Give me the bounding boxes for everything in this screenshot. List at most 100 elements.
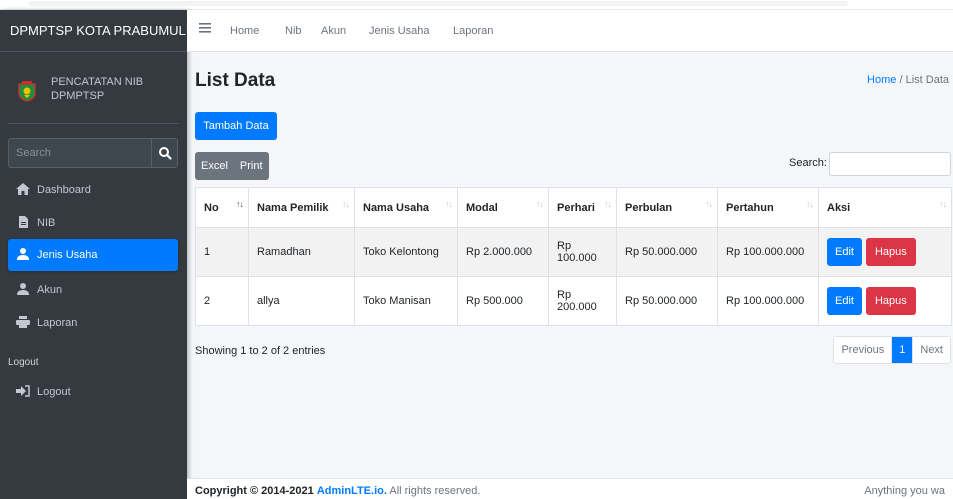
col-header-label: Nama Pemilik <box>257 201 329 214</box>
sort-icon: ↑↓ <box>536 199 544 209</box>
col-header-nama-pemilik[interactable]: Nama Pemilik ↑↓ <box>248 187 355 228</box>
table-row: 2 allya Toko Manisan Rp 500.000 Rp 200.0… <box>195 276 952 326</box>
nav-link-nib[interactable]: Nib <box>285 25 302 37</box>
sign-out-icon <box>16 385 30 397</box>
col-header-label: Pertahun <box>726 201 774 214</box>
sidebar-item-jenis-usaha[interactable]: Jenis Usaha <box>8 239 178 271</box>
cell-perbulan: Rp 50.000.000 <box>616 227 718 277</box>
pagination-previous[interactable]: Previous <box>834 337 893 363</box>
add-data-button[interactable]: Tambah Data <box>195 112 277 140</box>
col-header-modal[interactable]: Modal ↑↓ <box>457 187 549 228</box>
sidebar-item-label: NIB <box>37 217 56 229</box>
sidebar-search-button[interactable] <box>151 139 177 167</box>
col-header-label: Perhari <box>557 201 595 214</box>
cell-perhari: Rp 200.000 <box>548 276 617 326</box>
col-header-perbulan[interactable]: Perbulan ↑↓ <box>616 187 718 228</box>
sidebar-item-laporan[interactable]: Laporan <box>8 307 178 339</box>
footer-rights: All rights reserved. <box>389 485 481 497</box>
breadcrumb-current: List Data <box>905 74 949 86</box>
home-icon <box>16 183 30 195</box>
sort-icon: ↑↓ <box>806 199 814 209</box>
top-navbar: Home Nib Akun Jenis Usaha Laporan <box>187 10 953 52</box>
sidebar-item-akun[interactable]: Akun <box>8 274 178 306</box>
brand-link[interactable]: DPMPTSP KOTA PRABUMULIH <box>0 10 187 52</box>
col-header-aksi[interactable]: Aksi ↑↓ <box>818 187 952 228</box>
col-header-label: Nama Usaha <box>363 201 430 214</box>
footer-copyright: Copyright © 2014-2021 AdminLTE.io. All r… <box>195 485 480 497</box>
cell-aksi: Edit Hapus <box>818 227 952 277</box>
col-header-label: Aksi <box>827 201 851 214</box>
city-logo-icon <box>18 81 36 102</box>
page-title: List Data <box>195 70 276 91</box>
table-info: Showing 1 to 2 of 2 entries <box>195 345 326 357</box>
footer-brand-link[interactable]: AdminLTE.io. <box>317 485 387 497</box>
sidebar-item-logout[interactable]: Logout <box>8 376 178 408</box>
print-icon <box>16 316 30 328</box>
pagination: Previous 1 Next <box>833 336 951 364</box>
sidebar-item-label: Dashboard <box>37 184 91 196</box>
col-header-no[interactable]: No ↑↓ <box>195 187 249 228</box>
cell-nama-pemilik: allya <box>248 276 355 326</box>
print-button[interactable]: Print <box>234 152 269 180</box>
users-icon <box>17 283 29 295</box>
nav-link-home[interactable]: Home <box>230 25 259 37</box>
export-button-group: Excel Print <box>195 152 269 180</box>
cell-perhari: Rp 100.000 <box>548 227 617 277</box>
nav-link-laporan[interactable]: Laporan <box>453 25 493 37</box>
user-icon <box>17 248 29 260</box>
sidebar-search[interactable]: Search <box>8 138 178 168</box>
cell-pertahun: Rp 100.000.000 <box>717 276 819 326</box>
sidebar-item-label: Laporan <box>37 317 78 329</box>
col-header-label: No <box>204 201 219 214</box>
breadcrumb-separator: / <box>899 74 903 86</box>
browser-top-strip <box>0 0 953 10</box>
nav-link-akun[interactable]: Akun <box>321 25 346 37</box>
pagination-page-1[interactable]: 1 <box>892 337 913 363</box>
cell-perbulan: Rp 50.000.000 <box>616 276 718 326</box>
search-icon <box>159 147 172 160</box>
sidebar-item-dashboard[interactable]: Dashboard <box>8 174 178 206</box>
table-search-input[interactable] <box>829 152 951 176</box>
excel-button[interactable]: Excel <box>195 152 234 180</box>
edit-button[interactable]: Edit <box>827 287 862 315</box>
table-search-label: Search: <box>789 157 827 169</box>
cell-modal: Rp 500.000 <box>457 276 549 326</box>
data-table: No ↑↓ Nama Pemilik ↑↓ Nama Usaha ↑↓ Modal ↑↓… <box>195 187 952 326</box>
sidebar-item-label: Logout <box>37 386 71 398</box>
footer: Copyright © 2014-2021 AdminLTE.io. All r… <box>187 478 953 499</box>
sort-icon: ↑↓ <box>705 199 713 209</box>
browser-address-bar <box>28 1 848 6</box>
sidebar-search-input[interactable]: Search <box>16 147 51 159</box>
file-icon <box>19 216 28 228</box>
breadcrumb-home[interactable]: Home <box>867 74 896 86</box>
col-header-perhari[interactable]: Perhari ↑↓ <box>548 187 617 228</box>
user-panel: PENCATATAN NIB DPMPTSP <box>8 52 179 124</box>
pagination-next[interactable]: Next <box>912 337 950 363</box>
footer-right-text: Anything you wa <box>864 485 945 497</box>
cell-modal: Rp 2.000.000 <box>457 227 549 277</box>
sidebar-item-label: Jenis Usaha <box>37 249 98 261</box>
cell-aksi: Edit Hapus <box>818 276 952 326</box>
col-header-label: Perbulan <box>625 201 673 214</box>
cell-pertahun: Rp 100.000.000 <box>717 227 819 277</box>
col-header-nama-usaha[interactable]: Nama Usaha ↑↓ <box>354 187 458 228</box>
user-name-line1: PENCATATAN NIB <box>51 76 144 88</box>
sidebar-header-logout: Logout <box>8 357 39 368</box>
cell-nama-usaha: Toko Manisan <box>354 276 458 326</box>
sidebar: DPMPTSP KOTA PRABUMULIH PENCATATAN NIB D… <box>0 10 187 499</box>
cell-no: 1 <box>195 227 249 277</box>
sidebar-item-nib[interactable]: NIB <box>8 207 178 239</box>
nav-link-jenis-usaha[interactable]: Jenis Usaha <box>369 25 430 37</box>
delete-button[interactable]: Hapus <box>865 287 916 315</box>
sort-icon: ↑↓ <box>342 199 350 209</box>
footer-copyright-text: Copyright © 2014-2021 <box>195 485 314 497</box>
user-name[interactable]: PENCATATAN NIB DPMPTSP <box>51 75 143 103</box>
col-header-pertahun[interactable]: Pertahun ↑↓ <box>717 187 819 228</box>
col-header-label: Modal <box>466 201 498 214</box>
delete-button[interactable]: Hapus <box>865 238 916 266</box>
cell-nama-usaha: Toko Kelontong <box>354 227 458 277</box>
edit-button[interactable]: Edit <box>827 238 862 266</box>
sort-icon: ↑↓ <box>445 199 453 209</box>
cell-no: 2 <box>195 276 249 326</box>
menu-toggle-icon[interactable] <box>199 23 211 33</box>
